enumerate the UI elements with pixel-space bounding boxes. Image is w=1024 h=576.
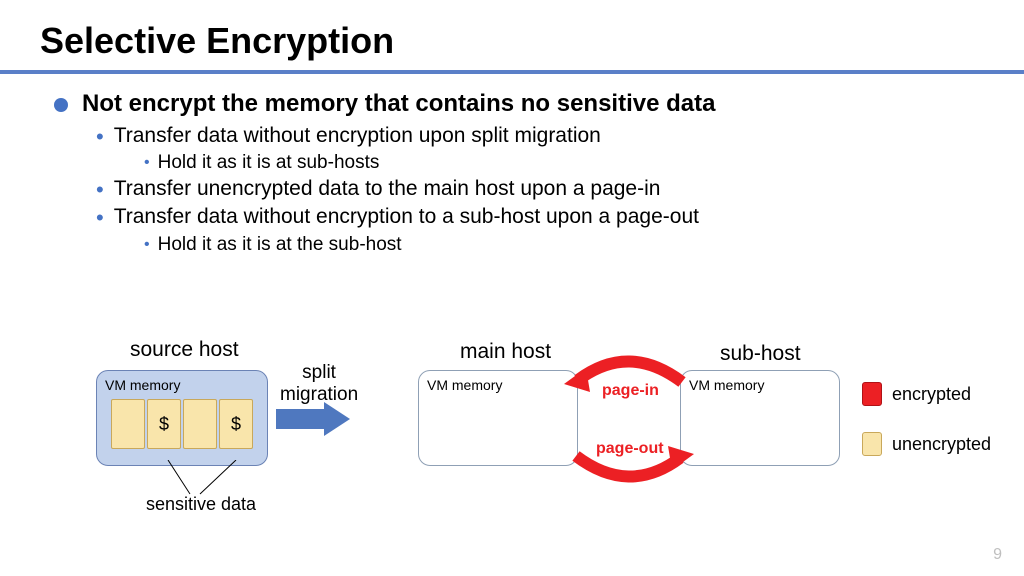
bullet-level3: • Hold it as it is at sub-hosts: [144, 152, 984, 174]
diagram: source host main host sub-host VM memory…: [0, 330, 1024, 576]
legend-encrypted-label: encrypted: [892, 384, 971, 405]
memory-cell: [183, 399, 217, 449]
page-out-label: page-out: [596, 440, 664, 458]
bullet-text: Transfer data without encryption upon sp…: [114, 124, 601, 148]
page-title: Selective Encryption: [0, 0, 1024, 70]
sensitive-data-label: sensitive data: [146, 494, 256, 515]
dot-icon: •: [96, 205, 104, 231]
split-migration-arrow: [276, 402, 352, 436]
bullet-text: Transfer data without encryption to a su…: [114, 205, 699, 229]
bullet-level3: • Hold it as it is at the sub-host: [144, 234, 984, 256]
page-number: 9: [993, 546, 1002, 564]
dot-icon: •: [96, 124, 104, 150]
bullet-text: Not encrypt the memory that contains no …: [82, 90, 715, 118]
split-migration-label: split migration: [280, 362, 358, 406]
source-host-label: source host: [130, 338, 239, 362]
vm-memory-label: VM memory: [689, 377, 831, 393]
arrow-head-icon: [324, 402, 350, 436]
arrow-body: [276, 409, 324, 429]
dot-icon: •: [144, 234, 150, 256]
vm-memory-label: VM memory: [105, 377, 259, 393]
bullet-text: Transfer unencrypted data to the main ho…: [114, 177, 661, 201]
page-in-label: page-in: [602, 382, 659, 400]
legend-unencrypted-label: unencrypted: [892, 434, 991, 455]
bullet-text: Hold it as it is at the sub-host: [158, 234, 402, 256]
title-underline: [0, 70, 1024, 74]
bullet-text: Hold it as it is at sub-hosts: [158, 152, 380, 174]
bullet-level2: • Transfer data without encryption upon …: [96, 124, 984, 150]
legend-swatch-unencrypted: [862, 432, 882, 456]
disc-icon: [54, 98, 68, 112]
vm-memory-label: VM memory: [427, 377, 569, 393]
memory-cell-sensitive: $: [219, 399, 253, 449]
source-host-box: VM memory $ $: [96, 370, 268, 466]
bullet-level1: Not encrypt the memory that contains no …: [54, 90, 984, 118]
sub-host-label: sub-host: [720, 342, 801, 366]
bullet-content: Not encrypt the memory that contains no …: [0, 90, 1024, 256]
bullet-level2: • Transfer data without encryption to a …: [96, 205, 984, 231]
main-host-box: VM memory: [418, 370, 578, 466]
sub-host-box: VM memory: [680, 370, 840, 466]
main-host-label: main host: [460, 340, 551, 364]
dot-icon: •: [144, 152, 150, 174]
memory-cell-sensitive: $: [147, 399, 181, 449]
memory-cell: [111, 399, 145, 449]
legend-swatch-encrypted: [862, 382, 882, 406]
bullet-level2: • Transfer unencrypted data to the main …: [96, 177, 984, 203]
dot-icon: •: [96, 177, 104, 203]
memory-cells: $ $: [105, 399, 259, 449]
